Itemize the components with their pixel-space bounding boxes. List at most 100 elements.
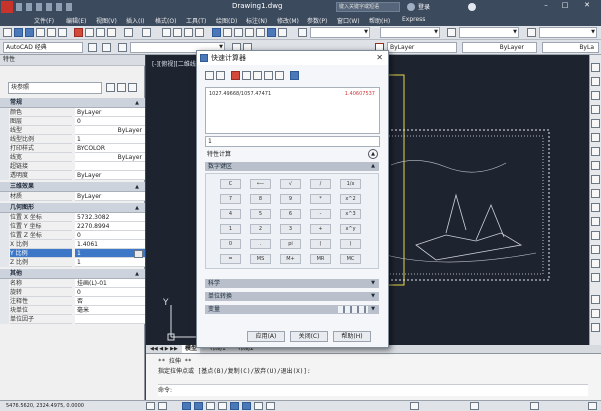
key-2[interactable]: 2 [250, 224, 271, 234]
explode-icon[interactable] [591, 273, 600, 282]
key-divide[interactable]: / [310, 179, 331, 189]
property-row[interactable]: 线型比例 1 [0, 135, 145, 144]
section-misc[interactable]: 其他 ▲ [0, 269, 145, 279]
sign-in-link[interactable]: 登录 [418, 2, 430, 11]
property-row[interactable]: 超链接 [0, 162, 145, 171]
spline-edit-icon[interactable] [591, 309, 600, 318]
command-window[interactable]: ** 拉伸 ** 指定拉伸点或 [基点(B)/复制(C)/放弃(U)/退出(X)… [146, 353, 601, 400]
object-snap-icon[interactable] [206, 402, 215, 410]
property-row[interactable]: 图层 0 [0, 117, 145, 126]
property-row[interactable]: 透明度 ByLayer [0, 171, 145, 180]
user-icon[interactable] [407, 3, 415, 11]
help-icon[interactable] [468, 3, 476, 11]
section-geometry[interactable]: 几何图形 ▲ [0, 203, 145, 213]
collapse-icon[interactable]: ▲ [135, 182, 139, 192]
menu-item-window[interactable]: 窗口(W) [337, 16, 360, 25]
chamfer-icon[interactable] [591, 245, 600, 254]
key-cube[interactable]: x^3 [340, 209, 361, 219]
multileader-style-combo[interactable]: ▼ [539, 27, 597, 38]
design-center-icon[interactable] [223, 28, 232, 37]
copy-icon[interactable] [85, 28, 94, 37]
key-minus[interactable]: - [310, 209, 331, 219]
section-general[interactable]: 常规 ▲ [0, 98, 145, 108]
toggle-pickadd-icon[interactable] [106, 83, 115, 92]
menu-item-insert[interactable]: 插入(I) [126, 16, 144, 25]
menu-item-draw[interactable]: 绘图(D) [216, 16, 237, 25]
table-style-icon[interactable] [447, 28, 456, 37]
copy-object-icon[interactable] [591, 77, 600, 86]
minimize-button[interactable]: – [540, 1, 552, 12]
key-sqrt[interactable]: √ [280, 179, 301, 189]
property-row[interactable]: 线型 ByLayer [0, 126, 145, 135]
undo-icon[interactable] [124, 28, 133, 37]
workspace-combo[interactable]: AutoCAD 经典 [3, 42, 83, 53]
join-icon[interactable] [591, 231, 600, 240]
scale-icon[interactable] [591, 161, 600, 170]
intersection-icon[interactable] [275, 71, 284, 80]
print-icon[interactable] [36, 28, 45, 37]
property-row[interactable]: 打印样式 BYCOLOR [0, 144, 145, 153]
sheet-set-icon[interactable] [245, 28, 254, 37]
collapse-icon[interactable]: ▲ [135, 98, 139, 108]
tab-nav-arrows[interactable]: ◀◀ ◀ ▶ ▶▶ [150, 345, 178, 353]
zoom-previous-icon[interactable] [195, 28, 204, 37]
layer-state-icon[interactable] [118, 43, 127, 52]
section-numberpad[interactable]: 数字键区 ▲ [205, 162, 379, 171]
text-style-combo[interactable]: ▼ [310, 27, 370, 38]
cut-icon[interactable] [74, 28, 83, 37]
clean-screen-icon[interactable] [588, 402, 597, 410]
layer-manager-icon[interactable] [102, 43, 111, 52]
workspace-switch-icon[interactable] [530, 402, 539, 410]
dynamic-ucs-icon[interactable] [230, 402, 239, 410]
apply-button[interactable]: 应用(A) [247, 331, 285, 342]
model-space-icon[interactable] [410, 402, 419, 410]
collapse-icon[interactable]: ▲ [135, 203, 139, 213]
key-memory-clear[interactable]: MC [340, 254, 361, 264]
menu-item-dimension[interactable]: 标注(N) [246, 16, 267, 25]
key-backspace[interactable]: ⟵ [250, 179, 271, 189]
coordinates-readout[interactable]: 5476.5620, 2324.4975, 0.0000 [6, 401, 84, 411]
multileader-style-icon[interactable] [527, 28, 536, 37]
help-toolbar-icon[interactable] [278, 28, 287, 37]
key-1[interactable]: 1 [220, 224, 241, 234]
property-row[interactable]: 旋转 0 [0, 288, 145, 297]
match-properties-icon[interactable] [107, 28, 116, 37]
object-type-selector[interactable]: 块参照 [8, 82, 102, 94]
stretch-icon[interactable] [591, 175, 600, 184]
menu-item-express[interactable]: Express [402, 16, 425, 23]
workspace-settings-icon[interactable] [88, 43, 97, 52]
section-scientific[interactable]: 科学 ▼ [205, 279, 379, 288]
property-row[interactable]: 注释性否 [0, 297, 145, 306]
zoom-realtime-icon[interactable] [173, 28, 182, 37]
key-memory-add[interactable]: M+ [280, 254, 301, 264]
property-row[interactable]: 块单位 毫米 [0, 306, 145, 315]
break-icon[interactable] [591, 217, 600, 226]
properties-icon[interactable] [212, 28, 221, 37]
key-9[interactable]: 9 [280, 194, 301, 204]
object-snap-tracking-icon[interactable] [218, 402, 227, 410]
trim-icon[interactable] [591, 189, 600, 198]
get-coordinates-icon[interactable] [242, 71, 251, 80]
key-0[interactable]: 0 [220, 239, 241, 249]
maximize-button[interactable]: □ [559, 1, 571, 12]
key-decimal[interactable]: . [250, 239, 271, 249]
menu-item-view[interactable]: 视图(V) [96, 16, 117, 25]
color-combo[interactable]: ByLayer [387, 42, 457, 53]
dialog-title-bar[interactable]: 快速计算器 ✕ [197, 51, 388, 65]
key-equals[interactable]: = [220, 254, 241, 264]
distance-icon[interactable] [253, 71, 262, 80]
ortho-mode-icon[interactable] [182, 402, 191, 410]
search-input[interactable]: 键入关键字或短语 [336, 2, 400, 12]
markup-icon[interactable] [256, 28, 265, 37]
offset-icon[interactable] [591, 105, 600, 114]
section-3d-effects[interactable]: 三维效果 ▲ [0, 182, 145, 192]
expand-collapse-icon[interactable]: ▲ [368, 149, 378, 159]
property-row[interactable]: X 比例 1.4061 [0, 240, 145, 249]
property-row[interactable]: 单位因子 [0, 315, 145, 324]
open-file-icon[interactable] [14, 28, 23, 37]
key-open-paren[interactable]: ( [310, 239, 331, 249]
key-clear[interactable]: C [220, 179, 241, 189]
paste-icon[interactable] [96, 28, 105, 37]
annotation-scale-icon[interactable] [470, 402, 479, 410]
paste-to-command-icon[interactable] [231, 71, 240, 80]
